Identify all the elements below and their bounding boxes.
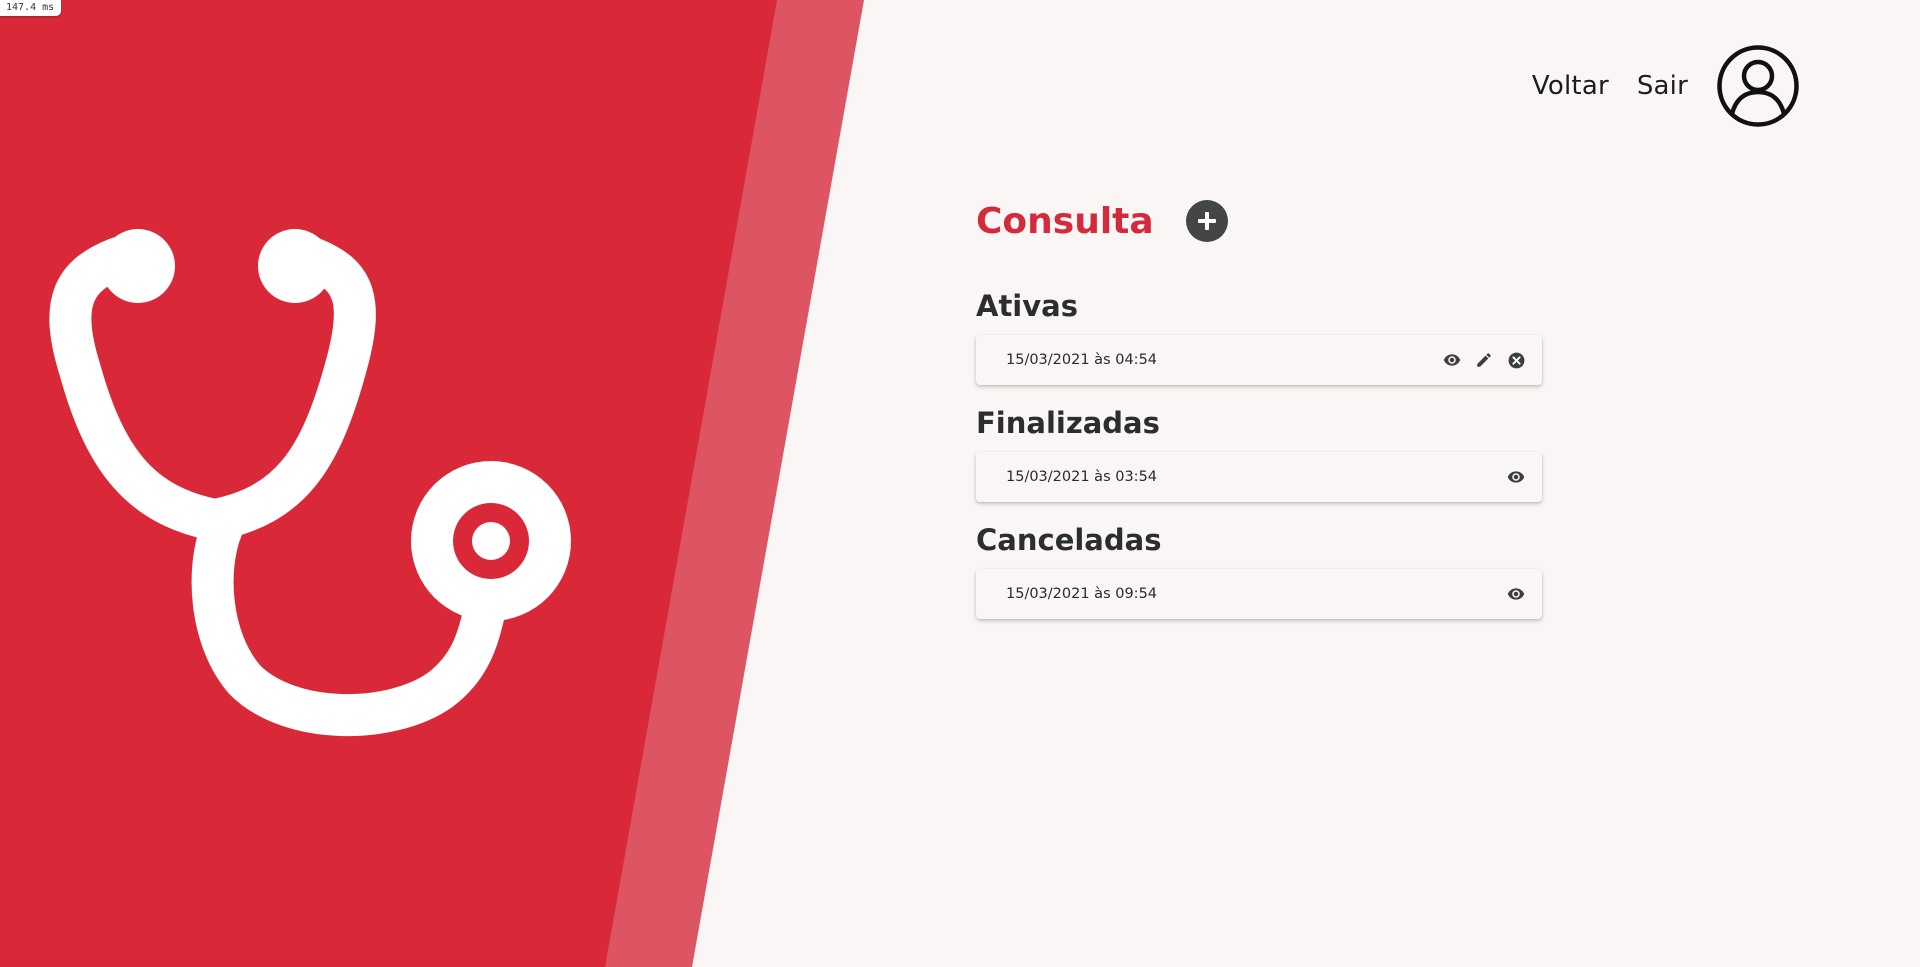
consultation-date: 15/03/2021 às 09:54 xyxy=(1006,586,1158,602)
close-circle-icon xyxy=(1508,352,1524,368)
card-actions xyxy=(1432,348,1528,372)
hero-panel xyxy=(0,0,864,967)
top-nav: Voltar Sair xyxy=(1532,44,1800,128)
plus-icon xyxy=(1197,212,1216,230)
title-row: Consulta xyxy=(976,198,1542,244)
card-actions xyxy=(1496,582,1528,606)
logout-link[interactable]: Sair xyxy=(1637,71,1688,101)
card-actions xyxy=(1496,465,1528,489)
edit-button[interactable] xyxy=(1472,348,1496,372)
view-button[interactable] xyxy=(1440,348,1464,372)
consultation-panel: Consulta Ativas 15/03/2021 às 04:54 Fina… xyxy=(976,198,1542,619)
page-title: Consulta xyxy=(976,200,1154,242)
eye-icon xyxy=(1507,471,1525,483)
eye-icon xyxy=(1443,354,1461,366)
consultation-date: 15/03/2021 às 03:54 xyxy=(1006,469,1158,485)
consultation-card: 15/03/2021 às 03:54 xyxy=(976,452,1542,502)
view-button[interactable] xyxy=(1504,582,1528,606)
section-title-canceladas: Canceladas xyxy=(976,523,1162,557)
add-consultation-button[interactable] xyxy=(1185,200,1228,242)
pencil-icon xyxy=(1477,353,1491,367)
consultation-date: 15/03/2021 às 04:54 xyxy=(1006,352,1158,368)
consultation-card: 15/03/2021 às 09:54 xyxy=(976,569,1542,619)
view-button[interactable] xyxy=(1504,465,1528,489)
perf-badge: 147.4 ms xyxy=(0,0,62,16)
cancel-button[interactable] xyxy=(1504,348,1528,372)
eye-icon xyxy=(1507,588,1525,600)
page: 147.4 ms Voltar Sair Consulta Ativas 15/… xyxy=(0,0,1920,967)
consultation-card: 15/03/2021 às 04:54 xyxy=(976,335,1542,385)
section-title-ativas: Ativas xyxy=(976,289,1078,323)
user-circle-icon[interactable] xyxy=(1716,44,1800,128)
back-link[interactable]: Voltar xyxy=(1532,71,1609,101)
section-title-finalizadas: Finalizadas xyxy=(976,406,1160,440)
